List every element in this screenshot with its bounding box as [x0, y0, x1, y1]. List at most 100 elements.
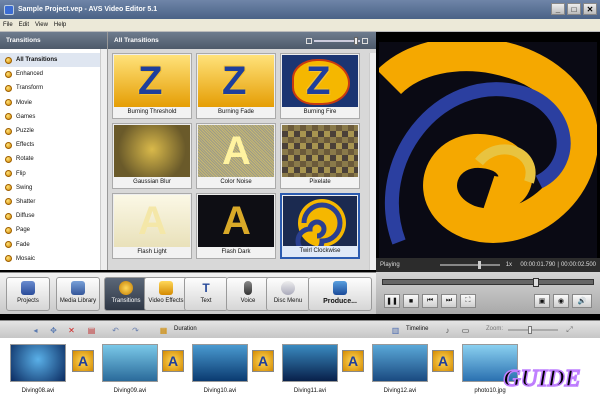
category-item[interactable]: Enhanced: [0, 67, 100, 81]
disc-icon: [281, 281, 295, 295]
transition-tile[interactable]: A Flash Light: [112, 193, 192, 259]
timeline-zoom-knob[interactable]: [528, 326, 532, 334]
text-icon: T: [202, 281, 210, 295]
category-item[interactable]: Rotate: [0, 152, 100, 166]
transition-categories-panel: Transitions All Transitions Enhanced Tra…: [0, 32, 108, 270]
cut-icon[interactable]: ▤: [86, 325, 97, 335]
transition-tile[interactable]: Z Burning Fade: [196, 53, 276, 119]
category-icon: [5, 170, 12, 178]
clip-thumbnail: [192, 344, 248, 382]
category-item[interactable]: Swing: [0, 181, 100, 195]
menu-edit[interactable]: Edit: [19, 22, 29, 28]
transition-marker[interactable]: A: [342, 350, 364, 372]
clip-item[interactable]: Diving12.avi: [372, 344, 428, 400]
category-item[interactable]: Shatter: [0, 195, 100, 209]
video-effects-button[interactable]: Video Effects: [144, 277, 188, 311]
voice-over-icon[interactable]: ♪: [442, 325, 453, 335]
menu-file[interactable]: File: [3, 22, 13, 28]
clip-item[interactable]: Diving11.avi: [282, 344, 338, 400]
duration-button[interactable]: Duration: [174, 326, 197, 332]
voice-button[interactable]: Voice: [226, 277, 270, 311]
undo-icon[interactable]: ↶: [110, 325, 121, 335]
display-mode-button[interactable]: ▣: [534, 294, 550, 308]
thumbnail-size-slider[interactable]: [306, 36, 368, 45]
play-pause-button[interactable]: ❚❚: [384, 294, 400, 308]
transition-tile[interactable]: Z Burning Threshold: [112, 53, 192, 119]
preview-frame: [379, 42, 597, 284]
transition-tile[interactable]: A Color Noise: [196, 123, 276, 189]
transitions-button[interactable]: Transitions: [104, 277, 148, 311]
projects-button[interactable]: Projects: [6, 277, 50, 311]
category-item[interactable]: Movie: [0, 96, 100, 110]
monitor-icon[interactable]: ▭: [460, 325, 471, 335]
category-item[interactable]: Puzzle: [0, 124, 100, 138]
timeline-zoom-slider[interactable]: [508, 326, 558, 334]
category-item[interactable]: Mosaic: [0, 252, 100, 266]
transition-label: Gaussian Blur: [113, 177, 191, 188]
category-icon: [5, 84, 12, 92]
seek-slider[interactable]: [382, 278, 594, 287]
category-item[interactable]: All Transitions: [0, 53, 100, 68]
previous-frame-button[interactable]: ⏮: [422, 294, 438, 308]
speed-knob[interactable]: [477, 261, 481, 269]
menu-view[interactable]: View: [35, 22, 48, 28]
category-item[interactable]: Page: [0, 223, 100, 237]
category-icon: [5, 56, 12, 64]
menu-help[interactable]: Help: [54, 22, 66, 28]
disc-menu-button[interactable]: Disc Menu: [266, 277, 310, 311]
minimize-icon[interactable]: _: [551, 3, 565, 15]
move-icon[interactable]: ✥: [48, 325, 59, 335]
category-item[interactable]: Fade: [0, 237, 100, 251]
transition-tile[interactable]: A Flash Dark: [196, 193, 276, 259]
close-icon[interactable]: ✕: [583, 3, 597, 15]
produce-icon: [333, 281, 347, 295]
main-toolbar: Projects Media Library Transitions Video…: [0, 272, 376, 314]
app-icon: [4, 4, 14, 15]
category-icon: [5, 70, 12, 78]
transition-tile-selected[interactable]: Twirl Clockwise: [280, 193, 360, 259]
transition-tile[interactable]: Z Burning Fire: [280, 53, 360, 119]
category-item[interactable]: Games: [0, 110, 100, 124]
transitions-scrollbar[interactable]: [369, 53, 376, 270]
clip-item[interactable]: Diving08.avi: [10, 344, 66, 400]
category-item[interactable]: Transform: [0, 81, 100, 95]
clip-thumbnail: [10, 344, 66, 382]
category-item[interactable]: Effects: [0, 138, 100, 152]
timeline-toggle[interactable]: Timeline: [406, 326, 428, 332]
media-library-button[interactable]: Media Library: [56, 277, 100, 311]
delete-icon[interactable]: ✕: [66, 325, 77, 335]
category-item[interactable]: Diffuse: [0, 209, 100, 223]
text-button[interactable]: T Text: [184, 277, 228, 311]
snapshot-button[interactable]: ◉: [553, 294, 569, 308]
transition-thumbnail: [282, 125, 358, 179]
seek-knob[interactable]: [533, 278, 539, 287]
size-track[interactable]: [314, 36, 360, 45]
fullscreen-button[interactable]: ⛶: [460, 294, 476, 308]
transition-marker[interactable]: A: [432, 350, 454, 372]
redo-icon[interactable]: ↷: [130, 325, 141, 335]
transport-panel: ❚❚ ■ ⏮ ⏭ ⛶ ▣ ◉ 🔊: [376, 272, 600, 314]
volume-button[interactable]: 🔊: [572, 294, 592, 308]
categories-scrollbar[interactable]: [100, 49, 107, 270]
next-frame-button[interactable]: ⏭: [441, 294, 457, 308]
transition-label: Twirl Clockwise: [282, 246, 358, 257]
category-item[interactable]: Flip: [0, 167, 100, 181]
transition-marker[interactable]: A: [252, 350, 274, 372]
undo-clip-icon[interactable]: ◂: [30, 325, 41, 335]
maximize-icon[interactable]: □: [567, 3, 581, 15]
speed-slider[interactable]: [439, 261, 500, 269]
clip-item[interactable]: Diving10.avi: [192, 344, 248, 400]
size-knob[interactable]: [354, 36, 358, 45]
clip-item[interactable]: Diving09.avi: [102, 344, 158, 400]
transition-tile[interactable]: Gaussian Blur: [112, 123, 192, 189]
stop-button[interactable]: ■: [403, 294, 419, 308]
transition-tile[interactable]: Pixelate: [280, 123, 360, 189]
fit-icon[interactable]: ⤢: [564, 325, 575, 335]
produce-button[interactable]: Produce...: [308, 277, 372, 311]
projects-label: Projects: [17, 298, 39, 304]
projects-icon: [21, 281, 35, 295]
category-icon: [5, 155, 12, 163]
transition-marker[interactable]: A: [72, 350, 94, 372]
transition-marker[interactable]: A: [162, 350, 184, 372]
category-label: Transform: [16, 85, 44, 92]
